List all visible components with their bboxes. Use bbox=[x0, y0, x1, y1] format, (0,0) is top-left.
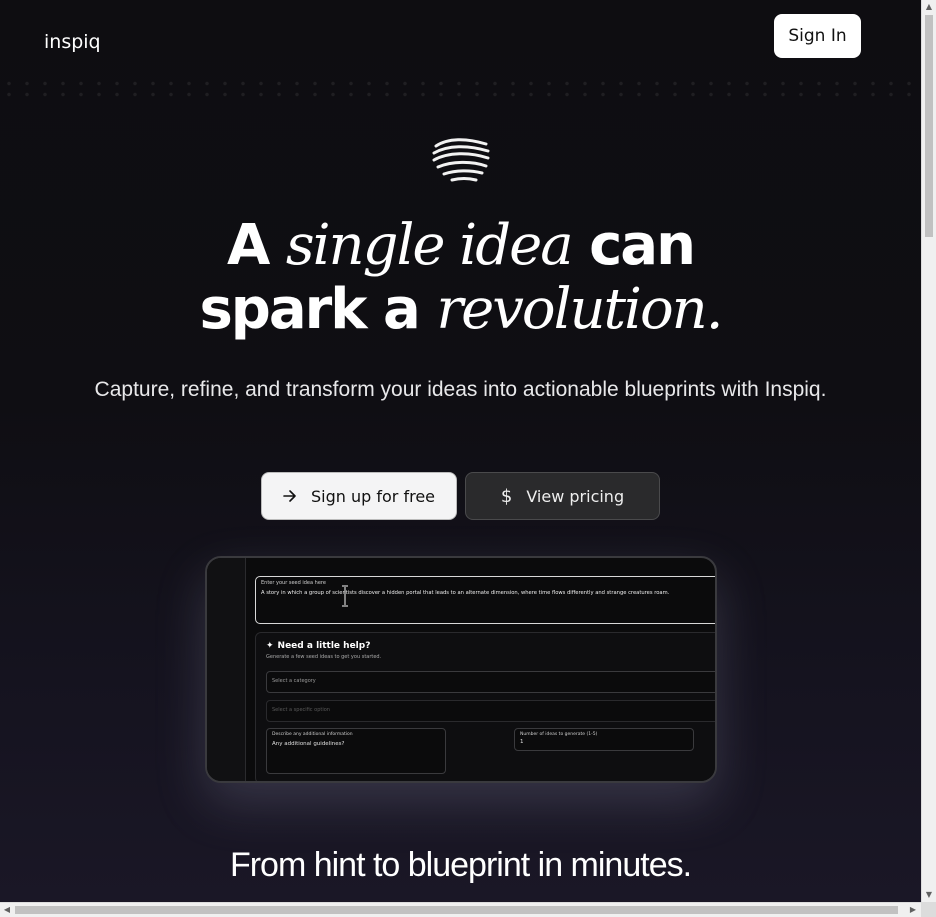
option-placeholder: Select a specific option bbox=[272, 707, 330, 713]
category-select: Select a category bbox=[266, 671, 715, 693]
idea-count-field: Number of ideas to generate (1-5) 1 bbox=[514, 728, 694, 751]
category-placeholder: Select a category bbox=[272, 678, 316, 684]
seed-idea-label: Enter your seed idea here bbox=[261, 580, 326, 586]
headline-italic: single idea bbox=[285, 213, 574, 278]
horizontal-scrollbar[interactable]: ◀ ▶ bbox=[0, 902, 921, 917]
help-title: ✦ Need a little help? bbox=[266, 641, 370, 651]
dot-pattern bbox=[0, 78, 921, 100]
scroll-up-icon[interactable]: ▲ bbox=[922, 0, 936, 14]
brand-wave-icon bbox=[432, 138, 490, 182]
sparkle-icon: ✦ bbox=[266, 641, 274, 651]
preview-divider bbox=[245, 558, 246, 781]
hero-headline: A single idea can spark a revolution. bbox=[0, 214, 921, 342]
additional-info-field: Describe any additional information Any … bbox=[266, 728, 446, 774]
additional-info-label: Describe any additional information bbox=[272, 732, 353, 737]
vertical-scrollbar[interactable]: ▲ ▼ bbox=[921, 0, 936, 902]
headline-part: spark a bbox=[199, 277, 437, 342]
sign-up-button[interactable]: Sign up for free bbox=[261, 472, 457, 520]
section-title: From hint to blueprint in minutes. bbox=[229, 846, 692, 884]
sign-up-label: Sign up for free bbox=[311, 486, 435, 506]
headline-italic: revolution. bbox=[436, 277, 723, 342]
help-card: ✦ Need a little help? Generate a few see… bbox=[255, 632, 715, 781]
idea-count-label: Number of ideas to generate (1-5) bbox=[520, 732, 598, 737]
additional-info-value: Any additional guidelines? bbox=[272, 741, 345, 747]
view-pricing-button[interactable]: $ View pricing bbox=[465, 472, 660, 520]
view-pricing-label: View pricing bbox=[526, 486, 625, 506]
headline-part: A bbox=[227, 213, 286, 278]
sign-in-button[interactable]: Sign In bbox=[774, 14, 861, 58]
scroll-right-icon[interactable]: ▶ bbox=[906, 903, 920, 917]
text-cursor-icon bbox=[342, 585, 348, 607]
page: inspiq Sign In A single idea can spark a… bbox=[0, 0, 921, 902]
help-subtitle: Generate a few seed ideas to get you sta… bbox=[266, 654, 382, 660]
dollar-icon: $ bbox=[500, 485, 513, 507]
hero-subtitle: Capture, refine, and transform your idea… bbox=[94, 378, 827, 401]
seed-idea-field: Enter your seed idea here A story in whi… bbox=[255, 576, 715, 624]
logo[interactable]: inspiq bbox=[44, 31, 101, 53]
scrollbar-corner bbox=[921, 902, 936, 917]
vertical-scroll-thumb[interactable] bbox=[925, 15, 933, 237]
option-select: Select a specific option bbox=[266, 700, 715, 722]
preview-sidebar bbox=[207, 558, 245, 781]
scroll-left-icon[interactable]: ◀ bbox=[0, 903, 14, 917]
headline-part: can bbox=[571, 213, 696, 278]
arrow-right-icon bbox=[283, 490, 296, 502]
idea-count-value: 1 bbox=[520, 739, 524, 745]
horizontal-scroll-thumb[interactable] bbox=[15, 906, 898, 914]
scroll-down-icon[interactable]: ▼ bbox=[922, 888, 936, 902]
help-title-text: Need a little help? bbox=[277, 641, 371, 651]
seed-idea-text: A story in which a group of scientists d… bbox=[261, 590, 670, 596]
app-preview: Enter your seed idea here A story in whi… bbox=[205, 556, 717, 783]
